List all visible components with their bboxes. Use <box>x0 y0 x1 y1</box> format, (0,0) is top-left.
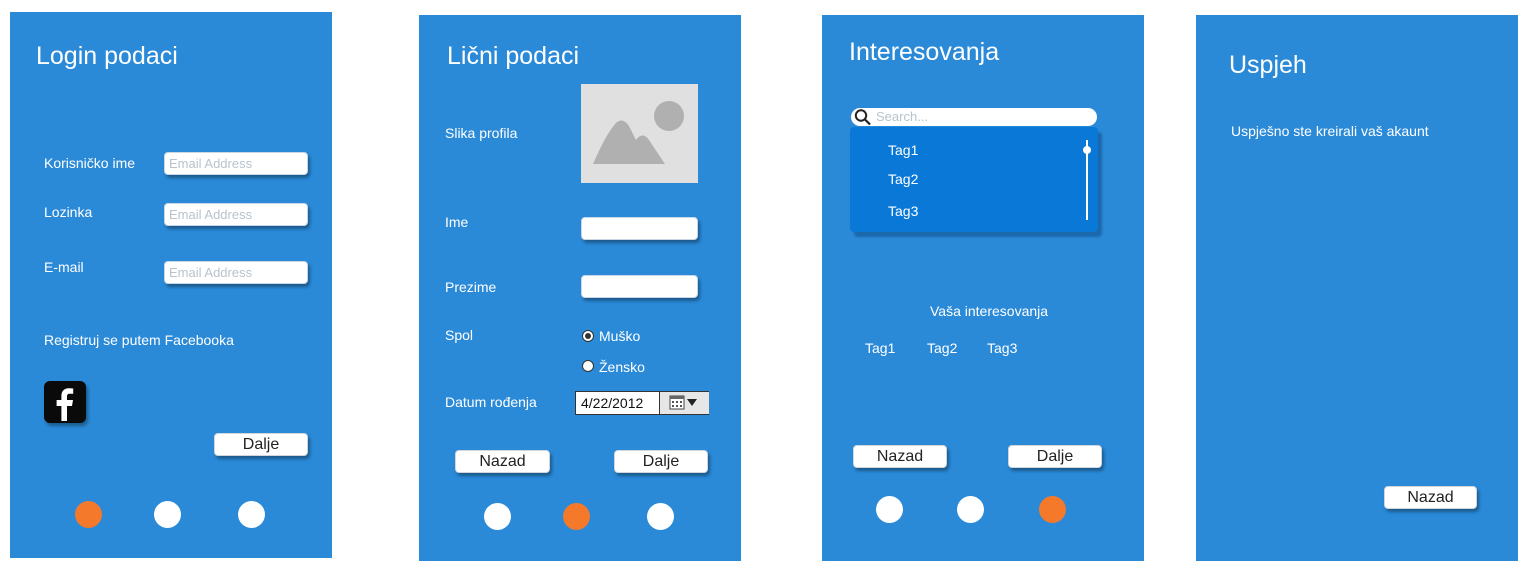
profile-photo-label: Slika profila <box>445 125 518 141</box>
step-dot-1 <box>484 503 511 530</box>
step-dot-2 <box>563 503 590 530</box>
screen-personal-data: Lični podaci Slika profila Ime Prezime S… <box>419 15 741 561</box>
username-field[interactable]: Email Address <box>164 152 308 175</box>
birthdate-picker[interactable]: 4/22/2012 <box>575 391 709 415</box>
password-placeholder: Email Address <box>169 207 253 222</box>
step-dot-3 <box>238 501 265 528</box>
first-name-field[interactable] <box>581 217 698 240</box>
selected-tag[interactable]: Tag2 <box>927 340 957 356</box>
last-name-label: Prezime <box>445 279 497 295</box>
facebook-icon[interactable] <box>44 381 86 423</box>
step-dot-3 <box>647 503 674 530</box>
search-placeholder: Search... <box>876 109 929 124</box>
selected-interests-heading: Vaša interesovanja <box>930 303 1049 319</box>
calendar-dropdown-button[interactable] <box>659 392 709 414</box>
screen-login-data: Login podaci Korisničko ime Email Addres… <box>10 12 332 558</box>
search-icon <box>854 109 871 126</box>
password-field[interactable]: Email Address <box>164 203 308 226</box>
birthdate-label: Datum rođenja <box>445 394 537 410</box>
username-placeholder: Email Address <box>169 156 253 171</box>
email-field[interactable]: Email Address <box>164 261 308 284</box>
next-button[interactable]: Dalje <box>614 450 708 473</box>
profile-image-placeholder-icon[interactable] <box>581 84 698 183</box>
gender-radio-male[interactable] <box>582 330 594 342</box>
list-item[interactable]: Tag1 <box>888 142 918 158</box>
gender-option-male[interactable]: Muško <box>599 328 640 344</box>
last-name-field[interactable] <box>581 275 698 298</box>
next-button[interactable]: Dalje <box>214 433 308 456</box>
screen-success: Uspjeh Uspješno ste kreirali vaš akaunt … <box>1196 15 1518 561</box>
back-button[interactable]: Nazad <box>1384 486 1477 509</box>
back-button[interactable]: Nazad <box>853 445 947 468</box>
back-button[interactable]: Nazad <box>455 450 550 473</box>
gender-option-female[interactable]: Žensko <box>599 359 645 375</box>
step-dot-3 <box>1039 496 1066 523</box>
gender-radio-female[interactable] <box>582 360 594 372</box>
page-title: Uspjeh <box>1229 51 1307 79</box>
success-message: Uspješno ste kreirali vaš akaunt <box>1231 123 1429 139</box>
password-label: Lozinka <box>44 204 93 220</box>
search-input[interactable]: Search... <box>851 108 1097 126</box>
step-dot-2 <box>154 501 181 528</box>
next-button[interactable]: Dalje <box>1008 445 1102 468</box>
gender-label: Spol <box>445 327 474 343</box>
step-dot-1 <box>75 501 102 528</box>
selected-tag[interactable]: Tag1 <box>865 340 895 356</box>
step-dot-1 <box>876 496 903 523</box>
birthdate-value: 4/22/2012 <box>581 395 644 411</box>
email-label: E-mail <box>44 259 84 275</box>
first-name-label: Ime <box>445 214 469 230</box>
list-item[interactable]: Tag2 <box>888 171 918 187</box>
step-dot-2 <box>957 496 984 523</box>
page-title: Interesovanja <box>849 38 1000 66</box>
page-title: Lični podaci <box>447 42 580 70</box>
facebook-register-text[interactable]: Registruj se putem Facebooka <box>44 332 234 348</box>
username-label: Korisničko ime <box>44 155 136 171</box>
screen-interests: Interesovanja Search... Tag1 Tag2 Tag3 V… <box>822 15 1144 561</box>
page-title: Login podaci <box>36 42 178 70</box>
scrollbar-thumb[interactable] <box>1083 146 1091 154</box>
email-placeholder: Email Address <box>169 265 253 280</box>
list-item[interactable]: Tag3 <box>888 203 918 219</box>
selected-tag[interactable]: Tag3 <box>987 340 1017 356</box>
tag-list[interactable]: Tag1 Tag2 Tag3 <box>850 127 1098 232</box>
